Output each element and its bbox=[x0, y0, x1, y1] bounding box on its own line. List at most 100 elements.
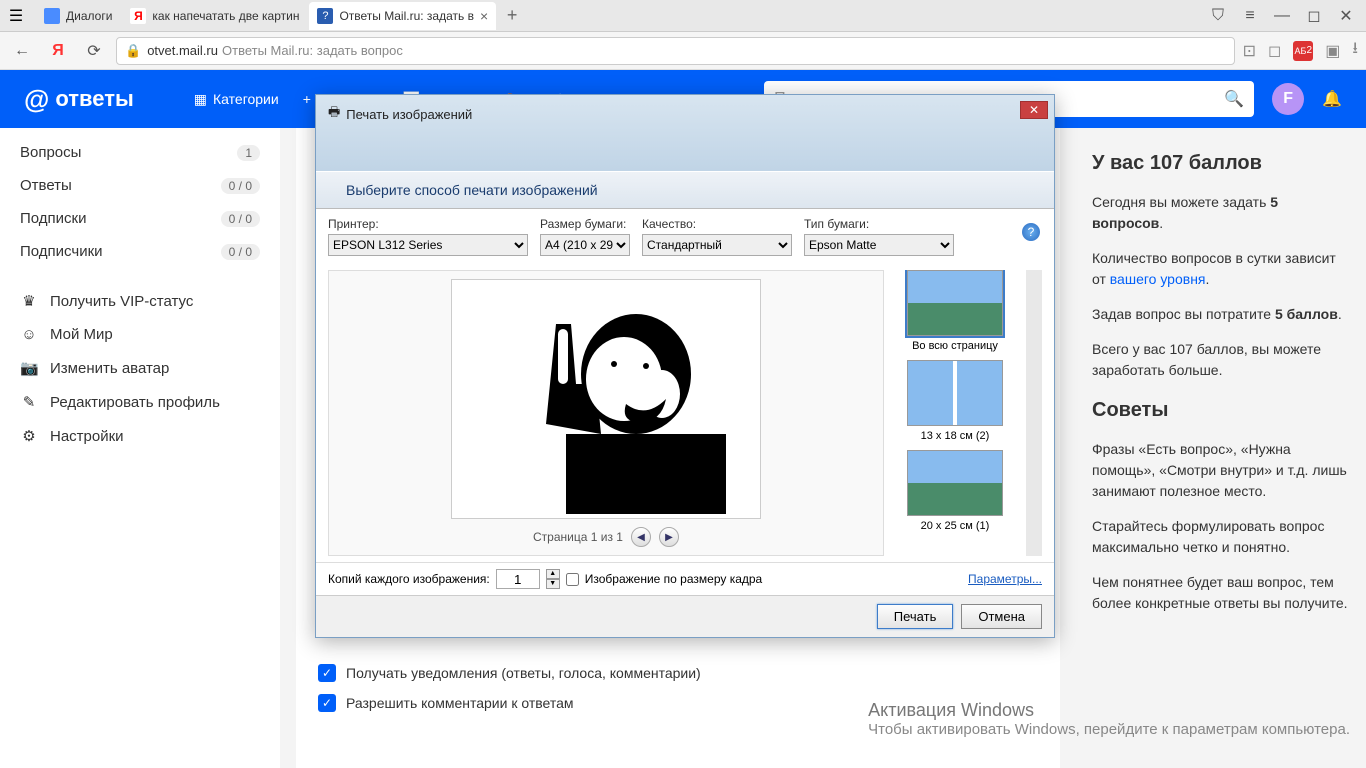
sidebar-item-avatar[interactable]: 📷Изменить аватар bbox=[0, 351, 280, 385]
tip-3: Чем понятнее будет ваш вопрос, тем более… bbox=[1092, 572, 1350, 614]
tab-mailru[interactable]: ? Ответы Mail.ru: задать в × bbox=[309, 2, 496, 30]
plus-icon: + bbox=[303, 91, 311, 107]
badge: 0 / 0 bbox=[221, 178, 260, 194]
browser-titlebar: ☰ Диалоги Я как напечатать две картин ? … bbox=[0, 0, 1366, 32]
gear-icon: ⚙ bbox=[20, 427, 38, 445]
tab-title: как напечатать две картин bbox=[152, 9, 299, 23]
dialog-controls: Принтер: EPSON L312 Series Размер бумаги… bbox=[316, 209, 1054, 264]
quality-select[interactable]: Стандартный bbox=[642, 234, 792, 256]
check-notifications[interactable]: ✓ Получать уведомления (ответы, голоса, … bbox=[318, 658, 701, 688]
reader-icon[interactable]: ⊡ bbox=[1243, 41, 1256, 61]
sidebar-item-subscribers[interactable]: Подписчики0 / 0 bbox=[0, 235, 280, 268]
thumb-image bbox=[907, 450, 1003, 516]
sidebar-item-moimir[interactable]: ☺Мой Мир bbox=[0, 318, 280, 351]
thumb-13x18[interactable]: 13 x 18 см (2) bbox=[892, 360, 1018, 442]
thumb-label: 13 x 18 см (2) bbox=[892, 430, 1018, 442]
thumb-label: Во всю страницу bbox=[892, 340, 1018, 352]
logo-text: ответы bbox=[55, 86, 133, 112]
thumb-fullpage[interactable]: Во всю страницу bbox=[892, 270, 1018, 352]
favicon-icon bbox=[44, 8, 60, 24]
points-p3: Задав вопрос вы потратите 5 баллов. bbox=[1092, 304, 1350, 325]
help-icon[interactable]: ? bbox=[1022, 223, 1040, 241]
list-icon: ▦ bbox=[194, 91, 207, 108]
preview-area: Страница 1 из 1 ◀ ▶ Во всю страницу 13 x… bbox=[316, 264, 1054, 562]
paper-type-select[interactable]: Epson Matte bbox=[804, 234, 954, 256]
sidebar-item-edit[interactable]: ✎Редактировать профиль bbox=[0, 385, 280, 419]
print-dialog: ✕ 🖶Печать изображений Выберите способ пе… bbox=[315, 94, 1055, 638]
minimize-button[interactable]: — bbox=[1266, 4, 1298, 28]
new-tab-button[interactable]: + bbox=[498, 5, 526, 26]
paper-type-label: Тип бумаги: bbox=[804, 217, 954, 231]
sidebar-item-vip[interactable]: ♛Получить VIP-статус bbox=[0, 284, 280, 318]
tab-dialogs[interactable]: Диалоги bbox=[36, 2, 120, 30]
dialog-title: 🖶Печать изображений bbox=[328, 103, 1042, 125]
back-button[interactable]: ← bbox=[8, 37, 36, 65]
bookmark-icon[interactable]: ◻ bbox=[1268, 41, 1281, 61]
close-icon[interactable]: × bbox=[480, 8, 488, 24]
checkbox-icon: ✓ bbox=[318, 664, 336, 682]
thumbs-scrollbar[interactable] bbox=[1026, 270, 1042, 556]
thumb-label: 20 x 25 см (1) bbox=[892, 520, 1018, 532]
sidebar-toggle-icon[interactable]: ☰ bbox=[4, 4, 28, 28]
points-p1: Сегодня вы можете задать 5 вопросов. bbox=[1092, 192, 1350, 234]
layout-thumbs: Во всю страницу 13 x 18 см (2) 20 x 25 с… bbox=[892, 270, 1018, 556]
extension-badge[interactable]: АБ2 bbox=[1293, 41, 1313, 61]
reload-button[interactable]: ⟳ bbox=[80, 37, 108, 65]
menu-icon[interactable]: ≡ bbox=[1234, 4, 1266, 28]
at-icon: @ bbox=[24, 84, 49, 115]
fit-checkbox[interactable] bbox=[566, 573, 579, 586]
url-path: Ответы Mail.ru: задать вопрос bbox=[222, 43, 403, 58]
search-icon[interactable]: 🔍 bbox=[1224, 89, 1244, 109]
logo[interactable]: @ответы bbox=[24, 84, 134, 115]
favicon-icon: Я bbox=[130, 8, 146, 24]
printer-select[interactable]: EPSON L312 Series bbox=[328, 234, 528, 256]
nav-categories[interactable]: ▦Категории bbox=[194, 91, 279, 108]
pager-next-button[interactable]: ▶ bbox=[659, 527, 679, 547]
dialog-close-button[interactable]: ✕ bbox=[1020, 101, 1048, 119]
check-label: Разрешить комментарии к ответам bbox=[346, 695, 574, 711]
pager-prev-button[interactable]: ◀ bbox=[631, 527, 651, 547]
download-icon[interactable]: ⭳ bbox=[1352, 37, 1358, 64]
sidebar-item-answers[interactable]: Ответы0 / 0 bbox=[0, 169, 280, 202]
right-panel: У вас 107 баллов Сегодня вы можете задат… bbox=[1076, 128, 1366, 768]
paper-size-label: Размер бумаги: bbox=[540, 217, 630, 231]
tip-2: Старайтесь формулировать вопрос максимал… bbox=[1092, 516, 1350, 558]
cancel-button[interactable]: Отмена bbox=[961, 604, 1042, 629]
preview-main: Страница 1 из 1 ◀ ▶ bbox=[328, 270, 884, 556]
copies-spinner[interactable]: ▲▼ bbox=[546, 569, 560, 589]
preview-illustration bbox=[466, 284, 746, 514]
window-close-button[interactable]: ✕ bbox=[1330, 4, 1362, 28]
level-link[interactable]: вашего уровня bbox=[1110, 271, 1206, 287]
avatar[interactable]: F bbox=[1272, 83, 1304, 115]
form-checkboxes: ✓ Получать уведомления (ответы, голоса, … bbox=[318, 658, 701, 718]
sidebar-item-questions[interactable]: Вопросы1 bbox=[0, 136, 280, 169]
tab-yandex[interactable]: Я как напечатать две картин bbox=[122, 2, 307, 30]
tip-1: Фразы «Есть вопрос», «Нужна помощь», «См… bbox=[1092, 439, 1350, 502]
url-input[interactable]: 🔒 otvet.mail.ru Ответы Mail.ru: задать в… bbox=[116, 37, 1235, 65]
badge: 0 / 0 bbox=[221, 211, 260, 227]
favicon-icon: ? bbox=[317, 8, 333, 24]
checkbox-icon: ✓ bbox=[318, 694, 336, 712]
lock-icon: 🔒 bbox=[125, 43, 141, 59]
params-link[interactable]: Параметры... bbox=[968, 572, 1042, 586]
print-button[interactable]: Печать bbox=[877, 604, 954, 629]
bell-icon[interactable]: 🔔 bbox=[1322, 89, 1342, 109]
bookmarks-icon[interactable]: ⛉ bbox=[1202, 4, 1234, 28]
check-comments[interactable]: ✓ Разрешить комментарии к ответам bbox=[318, 688, 701, 718]
sidebar-item-subscriptions[interactable]: Подписки0 / 0 bbox=[0, 202, 280, 235]
thumb-image bbox=[907, 270, 1003, 336]
copies-label: Копий каждого изображения: bbox=[328, 572, 490, 586]
edit-icon: ✎ bbox=[20, 393, 38, 411]
tips-title: Советы bbox=[1092, 395, 1350, 425]
sidebar-item-settings[interactable]: ⚙Настройки bbox=[0, 419, 280, 453]
tab-title: Диалоги bbox=[66, 9, 112, 23]
protect-icon[interactable]: ▣ bbox=[1325, 41, 1340, 61]
paper-size-select[interactable]: A4 (210 x 297 bbox=[540, 234, 630, 256]
maximize-button[interactable]: ◻ bbox=[1298, 4, 1330, 28]
tab-title: Ответы Mail.ru: задать в bbox=[339, 9, 474, 23]
thumb-20x25[interactable]: 20 x 25 см (1) bbox=[892, 450, 1018, 532]
copies-input[interactable] bbox=[496, 569, 540, 589]
yandex-button[interactable]: Я bbox=[44, 37, 72, 65]
window-controls: ⛉ ≡ — ◻ ✕ bbox=[1202, 4, 1362, 28]
url-domain: otvet.mail.ru bbox=[147, 43, 218, 58]
